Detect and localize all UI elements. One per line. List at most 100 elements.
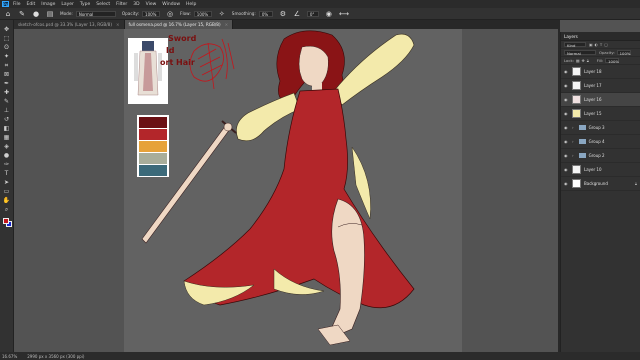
pressure-size-icon[interactable]: ◉ [325, 10, 333, 18]
frame-tool-icon[interactable]: ⊠ [2, 71, 11, 79]
menu-edit[interactable]: Edit [27, 2, 36, 7]
layer-item[interactable]: ◉ Layer 10 [561, 163, 640, 177]
crop-tool-icon[interactable]: ⌗ [2, 62, 11, 70]
lock-icon: 🔒︎ [634, 181, 637, 186]
eyedropper-icon[interactable]: ✒ [2, 80, 11, 88]
visibility-eye-icon[interactable]: ◉ [564, 125, 569, 130]
marquee-tool-icon[interactable]: ⬚ [2, 35, 11, 43]
menu-select[interactable]: Select [96, 2, 110, 7]
visibility-eye-icon[interactable]: ◉ [564, 167, 569, 172]
canvas-area[interactable]: Sword ld ort Hair [14, 29, 558, 352]
hand-tool-icon[interactable]: ✋ [2, 197, 11, 205]
group-item[interactable]: ◉ › Group 2 [561, 149, 640, 163]
brush-preset-icon[interactable]: ● [32, 10, 40, 18]
blur-tool-icon[interactable]: ◈ [2, 143, 11, 151]
history-brush-icon[interactable]: ↺ [2, 116, 11, 124]
right-sleeve [333, 33, 415, 106]
gradient-icon[interactable]: ▦ [2, 134, 11, 142]
visibility-eye-icon[interactable]: ◉ [564, 153, 569, 158]
menu-help[interactable]: Help [186, 2, 196, 7]
menu-type[interactable]: Type [80, 2, 90, 7]
type-tool-icon[interactable]: T [2, 170, 11, 178]
menu-filter[interactable]: Filter [116, 2, 127, 7]
opacity-field[interactable]: 100% [142, 10, 161, 17]
lasso-tool-icon[interactable]: ʘ [2, 44, 11, 52]
menu-window[interactable]: Window [162, 2, 180, 7]
healing-brush-icon[interactable]: ✚ [2, 89, 11, 97]
visibility-eye-icon[interactable]: ◉ [564, 139, 569, 144]
move-tool-icon[interactable]: ✥ [2, 26, 11, 34]
chevron-right-icon[interactable]: › [572, 125, 574, 130]
angle-field[interactable]: 0° [306, 10, 319, 17]
close-icon[interactable]: × [225, 22, 229, 27]
group-item[interactable]: ◉ › Group 4 [561, 135, 640, 149]
layers-tab[interactable]: Layers [564, 34, 578, 39]
chevron-right-icon[interactable]: › [572, 139, 574, 144]
filter-shape-icon[interactable]: ▢ [604, 42, 608, 47]
symmetry-icon[interactable]: ⟷ [339, 10, 349, 18]
layer-name: Background [584, 181, 608, 186]
layer-item[interactable]: ◉ Layer 18 [561, 65, 640, 79]
lock-row: Lock: ▦ ✥ 🔒︎ Fill: 100% [561, 57, 640, 65]
close-icon[interactable]: × [116, 22, 120, 27]
menu-image[interactable]: Image [41, 2, 55, 7]
layer-item[interactable]: ◉ Layer 17 [561, 79, 640, 93]
layer-fill-field[interactable]: 100% [605, 58, 620, 64]
path-select-icon[interactable]: ➤ [2, 179, 11, 187]
filter-adjust-icon[interactable]: ◐ [595, 42, 598, 47]
layer-opacity-field[interactable]: 100% [616, 50, 631, 56]
dodge-tool-icon[interactable]: ● [2, 152, 11, 160]
menu-layer[interactable]: Layer [61, 2, 74, 7]
palette-swatch [139, 165, 167, 176]
home-icon[interactable]: ⌂ [4, 10, 12, 18]
layer-name: Layer 10 [584, 167, 602, 172]
lock-position-icon[interactable]: ✥ [582, 58, 585, 63]
group-item[interactable]: ◉ › Group 3 [561, 121, 640, 135]
kind-filter-select[interactable]: Kind [564, 42, 586, 48]
brush-icon[interactable]: ✎ [2, 98, 11, 106]
lock-all-icon[interactable]: 🔒︎ [587, 58, 589, 63]
document-canvas[interactable]: Sword ld ort Hair [124, 29, 462, 352]
background-layer[interactable]: ◉ Background 🔒︎ [561, 177, 640, 191]
pressure-opacity-icon[interactable]: ◎ [166, 10, 174, 18]
shape-tool-icon[interactable]: ▭ [2, 188, 11, 196]
visibility-eye-icon[interactable]: ◉ [564, 97, 569, 102]
blend-mode-select[interactable]: Normal [564, 50, 596, 56]
menu-3d[interactable]: 3D [133, 2, 139, 7]
layer-item[interactable]: ◉ Layer 15 [561, 107, 640, 121]
layer-item-selected[interactable]: ◉ Layer 16 [561, 93, 640, 107]
tab-sketch[interactable]: sketch-ofcos.psd @ 33.3% (Layer 13, RGB/… [14, 20, 125, 29]
status-bar: 16.67% 2990 px x 3560 px (300 ppi) [0, 352, 640, 360]
layer-thumbnail [572, 95, 581, 104]
menu-view[interactable]: View [146, 2, 157, 7]
airbrush-icon[interactable]: ✧ [218, 10, 226, 18]
pen-tool-icon[interactable]: ✑ [2, 161, 11, 169]
color-palette [137, 115, 169, 177]
brush-tool-icon[interactable]: ✎ [18, 10, 26, 18]
lock-pixels-icon[interactable]: ▦ [576, 58, 580, 63]
foreground-color-swatch[interactable] [3, 218, 9, 224]
quick-select-icon[interactable]: ✦ [2, 53, 11, 61]
visibility-eye-icon[interactable]: ◉ [564, 69, 569, 74]
flow-field[interactable]: 100% [193, 10, 212, 17]
filter-image-icon[interactable]: ▣ [589, 42, 593, 47]
visibility-eye-icon[interactable]: ◉ [564, 181, 569, 186]
face [298, 45, 329, 87]
smoothing-settings-icon[interactable]: ⚙ [279, 10, 287, 18]
menu-file[interactable]: File [13, 2, 21, 7]
chevron-right-icon[interactable]: › [572, 153, 574, 158]
fill-label: Fill: [596, 58, 604, 63]
zoom-level[interactable]: 16.67% [2, 354, 17, 359]
zoom-tool-icon[interactable]: ⌕ [2, 206, 11, 214]
clone-stamp-icon[interactable]: ⊥ [2, 107, 11, 115]
visibility-eye-icon[interactable]: ◉ [564, 83, 569, 88]
eraser-icon[interactable]: ◧ [2, 125, 11, 133]
smoothing-field[interactable]: 0% [258, 10, 273, 17]
visibility-eye-icon[interactable]: ◉ [564, 111, 569, 116]
folder-icon [578, 153, 586, 158]
brush-settings-icon[interactable]: ▤ [46, 10, 54, 18]
tab-full-osmena[interactable]: full osmena.psd @ 16.7% (Layer 15, RGB/8… [124, 20, 234, 29]
app-logo: Ps [2, 1, 9, 7]
filter-type-icon[interactable]: T [600, 42, 602, 47]
mode-select[interactable]: Normal [75, 10, 116, 17]
